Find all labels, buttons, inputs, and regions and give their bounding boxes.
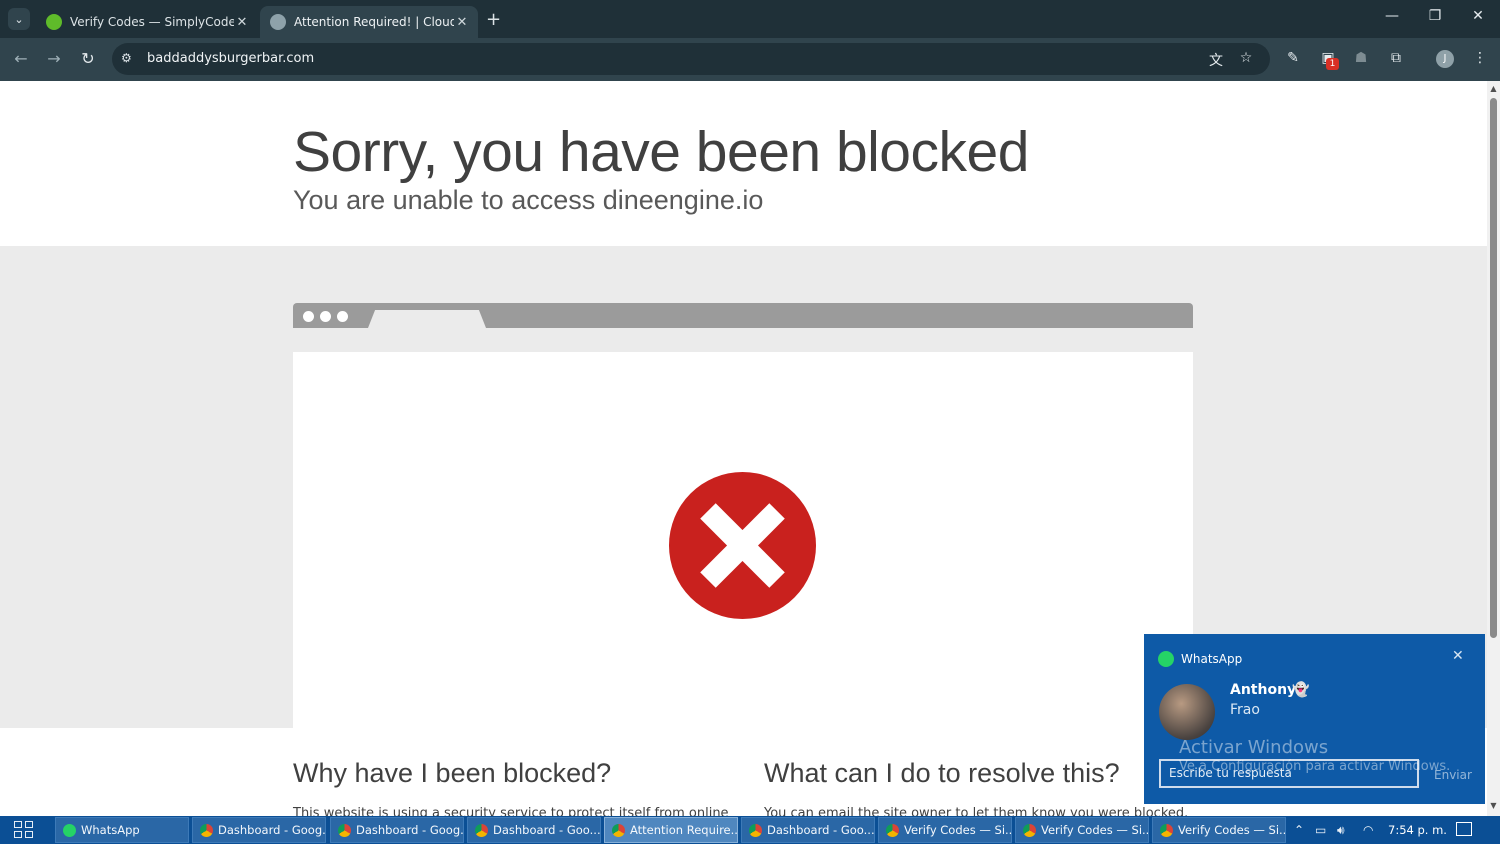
browser-toolbar: ← → ↻ ⚙ baddaddysburgerbar.com 文 ☆ ✎ ▣ ☗…: [0, 38, 1500, 81]
resolve-text: You can email the site owner to let them…: [764, 806, 1189, 816]
taskbar-item-whatsapp[interactable]: WhatsApp: [55, 817, 189, 843]
tab-title: Attention Required! | Cloudflare: [294, 15, 454, 29]
tab-attention-required[interactable]: Attention Required! | Cloudflare ✕: [260, 6, 478, 38]
tab-close-icon[interactable]: ✕: [454, 15, 470, 30]
taskbar-item-label: Verify Codes — Si...: [904, 823, 1012, 837]
illustration-tab: [368, 310, 486, 328]
taskbar-clock[interactable]: 7:54 p. m.: [1388, 823, 1447, 837]
start-button-icon[interactable]: [14, 821, 34, 839]
window-close-button[interactable]: ✕: [1463, 8, 1493, 24]
extension-badge: 1: [1326, 58, 1339, 70]
taskbar-item-dashboard[interactable]: Dashboard - Goo...: [467, 817, 601, 843]
window-dot-icon: [303, 311, 314, 322]
notification-close-icon[interactable]: ✕: [1452, 648, 1464, 664]
reload-icon[interactable]: ↻: [77, 49, 99, 68]
page-header: Sorry, you have been blocked You are una…: [0, 81, 1487, 246]
taskbar-item-dashboard[interactable]: Dashboard - Goog...: [330, 817, 464, 843]
taskbar-item-label: Dashboard - Goo...: [493, 823, 601, 837]
taskbar-item-dashboard[interactable]: Dashboard - Goog...: [192, 817, 326, 843]
taskbar-item-label: WhatsApp: [81, 823, 140, 837]
whatsapp-notification[interactable]: WhatsApp ✕ Anthony 👻 Frao Activar Window…: [1144, 634, 1485, 804]
illustration-browser-bar: [293, 303, 1193, 328]
windows-taskbar: WhatsApp Dashboard - Goog... Dashboard -…: [0, 816, 1500, 844]
tab-strip: ⌄ Verify Codes — SimplyCodes ✕ Attention…: [0, 0, 1500, 38]
taskbar-item-label: Dashboard - Goog...: [218, 823, 326, 837]
scroll-thumb[interactable]: [1490, 98, 1497, 638]
volume-icon[interactable]: 🔊︎: [1337, 823, 1345, 838]
minimize-button[interactable]: —: [1377, 8, 1407, 24]
new-tab-button[interactable]: +: [486, 9, 501, 30]
taskbar-item-label: Dashboard - Goog...: [356, 823, 464, 837]
sender-avatar: [1159, 684, 1215, 740]
back-arrow-icon[interactable]: ←: [10, 49, 32, 68]
page-subtitle: You are unable to access dineengine.io: [293, 185, 764, 215]
error-x-icon: [668, 471, 817, 620]
window-dot-icon: [320, 311, 331, 322]
scroll-down-icon[interactable]: ▼: [1489, 801, 1498, 810]
tray-chevron-up-icon[interactable]: ⌃: [1294, 823, 1304, 837]
extensions-puzzle-icon[interactable]: ⧉: [1386, 50, 1406, 70]
notification-app-name: WhatsApp: [1181, 652, 1243, 666]
battery-icon[interactable]: ▭: [1315, 823, 1326, 837]
forward-arrow-icon[interactable]: →: [43, 49, 65, 68]
chrome-icon: [886, 823, 899, 837]
taskbar-item-label: Verify Codes — Si...: [1178, 823, 1286, 837]
chrome-icon: [475, 823, 488, 837]
tab-search-chevron-icon[interactable]: ⌄: [8, 8, 30, 30]
sender-name: Anthony: [1230, 682, 1297, 698]
taskbar-item-label: Attention Require...: [630, 823, 738, 837]
activate-windows-subtext: Ve a Configuración para activar Windows.: [1179, 759, 1451, 774]
taskbar-item-verify-codes[interactable]: Verify Codes — Si...: [1152, 817, 1286, 843]
chrome-icon: [200, 823, 213, 837]
whatsapp-icon: [63, 823, 76, 837]
illustration-window: [293, 352, 1193, 728]
why-blocked-text: This website is using a security service…: [293, 806, 729, 816]
taskbar-item-verify-codes[interactable]: Verify Codes — Si...: [1015, 817, 1149, 843]
globe-favicon-icon: [270, 14, 286, 30]
tab-title: Verify Codes — SimplyCodes: [70, 15, 234, 29]
chrome-icon: [1023, 823, 1036, 837]
chrome-icon: [749, 823, 762, 837]
tab-verify-codes[interactable]: Verify Codes — SimplyCodes ✕: [36, 6, 258, 38]
tab-close-icon[interactable]: ✕: [234, 15, 250, 30]
resolve-heading: What can I do to resolve this?: [764, 758, 1120, 788]
translate-icon[interactable]: 文: [1206, 50, 1226, 69]
bookmark-star-icon[interactable]: ☆: [1236, 50, 1256, 68]
taskbar-item-verify-codes[interactable]: Verify Codes — Si...: [878, 817, 1012, 843]
taskbar-item-attention-required[interactable]: Attention Require...: [604, 817, 738, 843]
profile-avatar[interactable]: J: [1436, 50, 1454, 68]
page-title: Sorry, you have been blocked: [293, 120, 1029, 184]
extension-feather-icon[interactable]: ✎: [1283, 50, 1303, 70]
address-bar[interactable]: ⚙ baddaddysburgerbar.com 文 ☆: [112, 43, 1270, 75]
message-text: Frao: [1230, 702, 1260, 718]
restore-button[interactable]: ❐: [1420, 8, 1450, 24]
taskbar-item-label: Dashboard - Goo...: [767, 823, 875, 837]
extension-robot-icon[interactable]: ☗: [1351, 50, 1371, 70]
action-center-icon[interactable]: [1456, 822, 1472, 836]
window-dot-icon: [337, 311, 348, 322]
taskbar-item-dashboard[interactable]: Dashboard - Goo...: [741, 817, 875, 843]
scroll-up-icon[interactable]: ▲: [1489, 84, 1498, 93]
chrome-icon: [612, 823, 625, 837]
url-text[interactable]: baddaddysburgerbar.com: [147, 51, 314, 66]
chrome-icon: [1160, 823, 1173, 837]
ghost-emoji-icon: 👻: [1292, 682, 1310, 698]
send-button[interactable]: Enviar: [1434, 768, 1472, 782]
browser-menu-icon[interactable]: ⋮: [1470, 50, 1490, 70]
whatsapp-icon: [1158, 651, 1174, 667]
taskbar-item-label: Verify Codes — Si...: [1041, 823, 1149, 837]
activate-windows-watermark: Activar Windows: [1179, 737, 1329, 758]
site-info-icon[interactable]: ⚙: [121, 51, 137, 67]
why-blocked-heading: Why have I been blocked?: [293, 758, 612, 788]
wifi-icon[interactable]: ◠: [1363, 823, 1373, 837]
simplycodes-favicon-icon: [46, 14, 62, 30]
chrome-icon: [338, 823, 351, 837]
page-scrollbar[interactable]: ▲ ▼: [1487, 81, 1500, 816]
